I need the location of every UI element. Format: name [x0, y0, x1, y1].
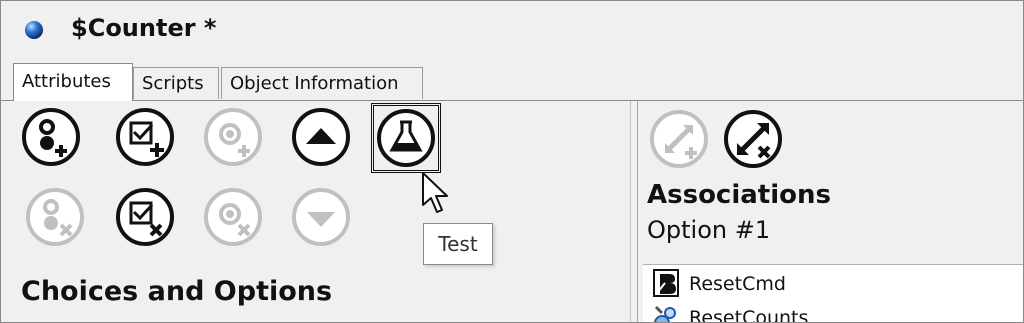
delete-sub-choice-icon: [204, 188, 262, 246]
tab-scripts[interactable]: Scripts: [133, 67, 219, 99]
list-item-label: ResetCounts: [689, 307, 809, 323]
delete-option-icon: [116, 188, 174, 246]
move-down-icon: [292, 188, 350, 246]
add-association-icon: [650, 110, 708, 168]
test-tooltip: Test: [423, 223, 493, 265]
tab-attributes[interactable]: Attributes: [13, 63, 133, 101]
delete-option-button[interactable]: [113, 185, 177, 249]
test-button[interactable]: [371, 103, 441, 173]
associations-list: ResetCmd ResetCounts: [643, 264, 1023, 323]
delete-choice-icon: [26, 188, 84, 246]
add-choice-button[interactable]: [19, 105, 83, 169]
delete-choice-button[interactable]: [23, 185, 87, 249]
title-bar: $Counter *: [1, 1, 1023, 61]
add-association-button[interactable]: [647, 107, 711, 171]
delete-association-button[interactable]: [721, 107, 785, 171]
add-option-icon: [116, 108, 174, 166]
associations-subheading: Option #1: [647, 216, 771, 244]
delete-sub-choice-button[interactable]: [201, 185, 265, 249]
test-flask-icon: [377, 109, 435, 167]
window-title: $Counter *: [71, 14, 217, 42]
pane-splitter[interactable]: [629, 101, 641, 322]
list-item-label: ResetCmd: [689, 273, 786, 295]
add-sub-choice-button[interactable]: [201, 105, 265, 169]
delete-association-icon: [724, 110, 782, 168]
add-sub-choice-icon: [204, 108, 262, 166]
move-down-button[interactable]: [289, 185, 353, 249]
choices-pane: Choices and Options: [1, 101, 629, 322]
tab-object-information[interactable]: Object Information: [221, 67, 423, 99]
add-choice-icon: [22, 108, 80, 166]
add-option-button[interactable]: [113, 105, 177, 169]
mouse-pointer-icon: [422, 172, 448, 213]
associations-heading: Associations: [647, 180, 831, 210]
script-gear-icon: [654, 305, 676, 322]
tab-bar: Attributes Scripts Object Information: [1, 61, 1023, 101]
choices-heading: Choices and Options: [21, 276, 333, 307]
object-editor-window: $Counter * Attributes Scripts Object Inf…: [0, 0, 1024, 323]
move-up-button[interactable]: [289, 105, 353, 169]
script-command-icon: [653, 269, 679, 297]
blue-sphere-icon: [25, 21, 43, 39]
move-up-icon: [292, 108, 350, 166]
